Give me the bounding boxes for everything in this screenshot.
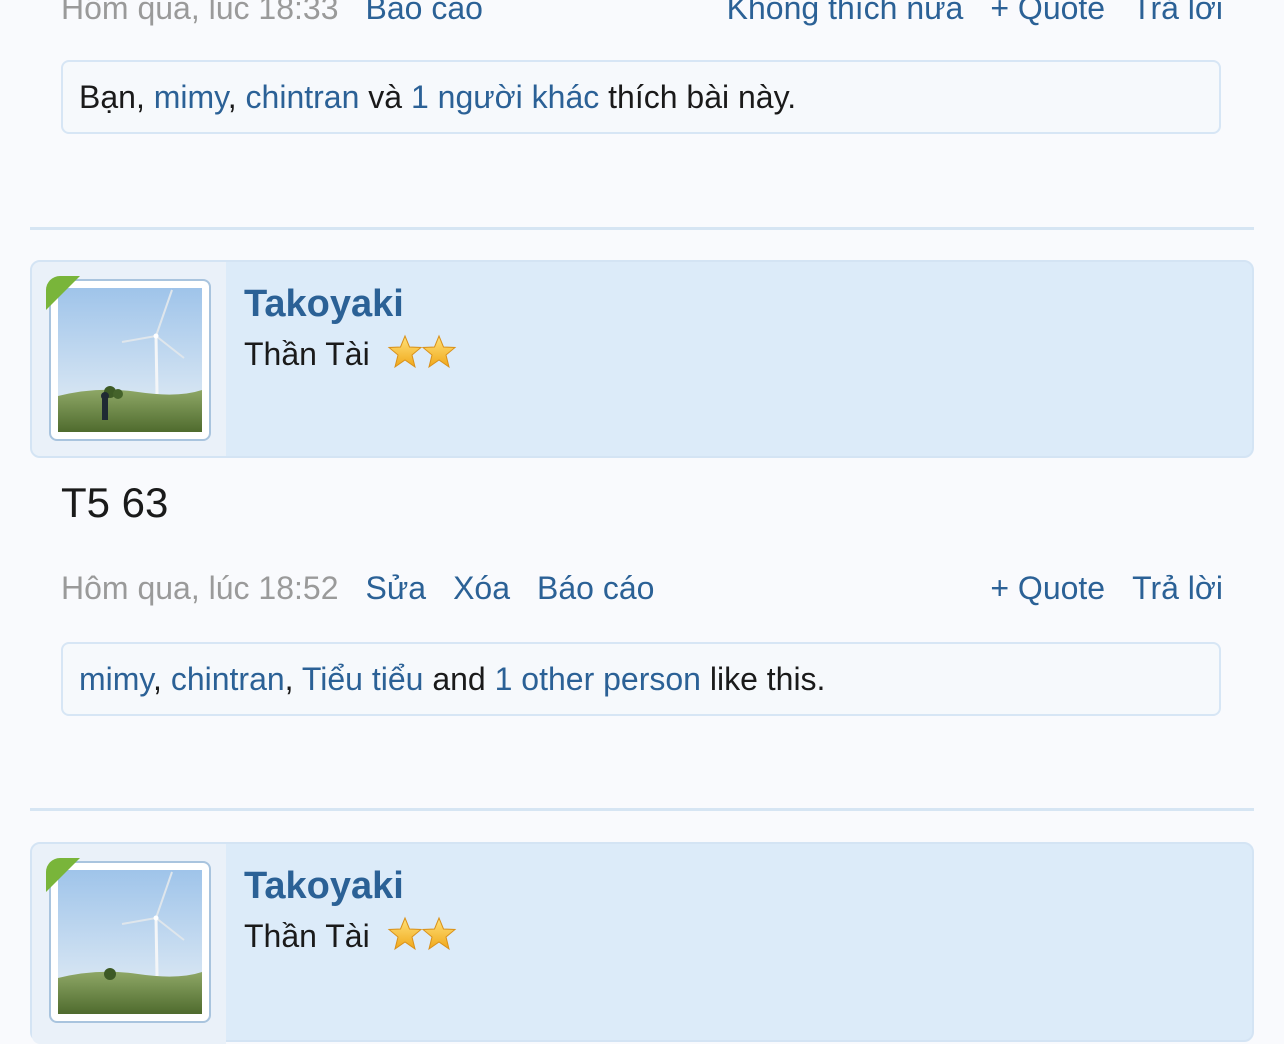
others-liked-link[interactable]: 1 other person [495, 661, 701, 697]
likes-sep: , [135, 79, 154, 115]
report-link[interactable]: Báo cáo [537, 570, 654, 606]
avatar[interactable] [49, 279, 211, 441]
avatar-column [32, 844, 226, 1044]
reply-link[interactable]: Trả lời [1132, 570, 1223, 606]
user-info-block: Takoyaki Thần Tài [30, 260, 1254, 458]
user-info-block: Takoyaki Thần Tài [30, 842, 1254, 1044]
likes-conj: and [423, 661, 495, 697]
others-liked-link[interactable]: 1 người khác [411, 79, 599, 115]
likes-sep: , [227, 79, 246, 115]
likes-suffix: thích bài này. [599, 79, 797, 115]
likes-summary: Bạn, mimy, chintran và 1 người khác thíc… [61, 60, 1221, 134]
avatar-image [58, 288, 202, 432]
likes-you: Bạn [79, 79, 136, 115]
liker-link[interactable]: Tiểu tiểu [302, 661, 424, 697]
avatar-column [32, 262, 226, 456]
liker-link[interactable]: mimy [79, 661, 153, 697]
post-date: Hôm qua, lúc 18:33 [61, 0, 339, 26]
post-message: T5 63 [61, 479, 169, 526]
likes-summary: mimy, chintran, Tiểu tiểu and 1 other pe… [61, 642, 1221, 716]
reply-link[interactable]: Trả lời [1132, 0, 1223, 26]
post-divider [30, 808, 1254, 811]
likes-sep: , [153, 661, 171, 697]
two-gold-stars-icon [387, 916, 459, 961]
post-meta-prev: Hôm qua, lúc 18:33 Báo cáo Không thích nữ… [61, 0, 1223, 28]
unlike-link[interactable]: Không thích nữa [727, 0, 964, 26]
likes-conj: và [359, 79, 411, 115]
avatar-image [58, 870, 202, 1014]
likes-sep: , [284, 661, 302, 697]
report-link[interactable]: Báo cáo [366, 0, 483, 26]
quote-link[interactable]: + Quote [990, 0, 1105, 26]
user-rank: Thần Tài [244, 918, 370, 954]
likes-suffix: like this. [700, 661, 826, 697]
post-meta: Hôm qua, lúc 18:52 Sửa Xóa Báo cáo + Quote T… [61, 568, 1223, 608]
quote-link[interactable]: + Quote [990, 570, 1105, 606]
username-link[interactable]: Takoyaki [244, 282, 404, 326]
post-divider [30, 227, 1254, 230]
user-title: Thần Tài [244, 916, 459, 961]
liker-link[interactable]: mimy [154, 79, 228, 115]
two-gold-stars-icon [387, 334, 459, 379]
edit-link[interactable]: Sửa [366, 570, 427, 606]
user-title: Thần Tài [244, 334, 459, 379]
liker-link[interactable]: chintran [171, 661, 285, 697]
avatar[interactable] [49, 861, 211, 1023]
username-link[interactable]: Takoyaki [244, 864, 404, 908]
user-rank: Thần Tài [244, 336, 370, 372]
liker-link[interactable]: chintran [246, 79, 360, 115]
delete-link[interactable]: Xóa [453, 570, 510, 606]
post-date: Hôm qua, lúc 18:52 [61, 570, 339, 606]
